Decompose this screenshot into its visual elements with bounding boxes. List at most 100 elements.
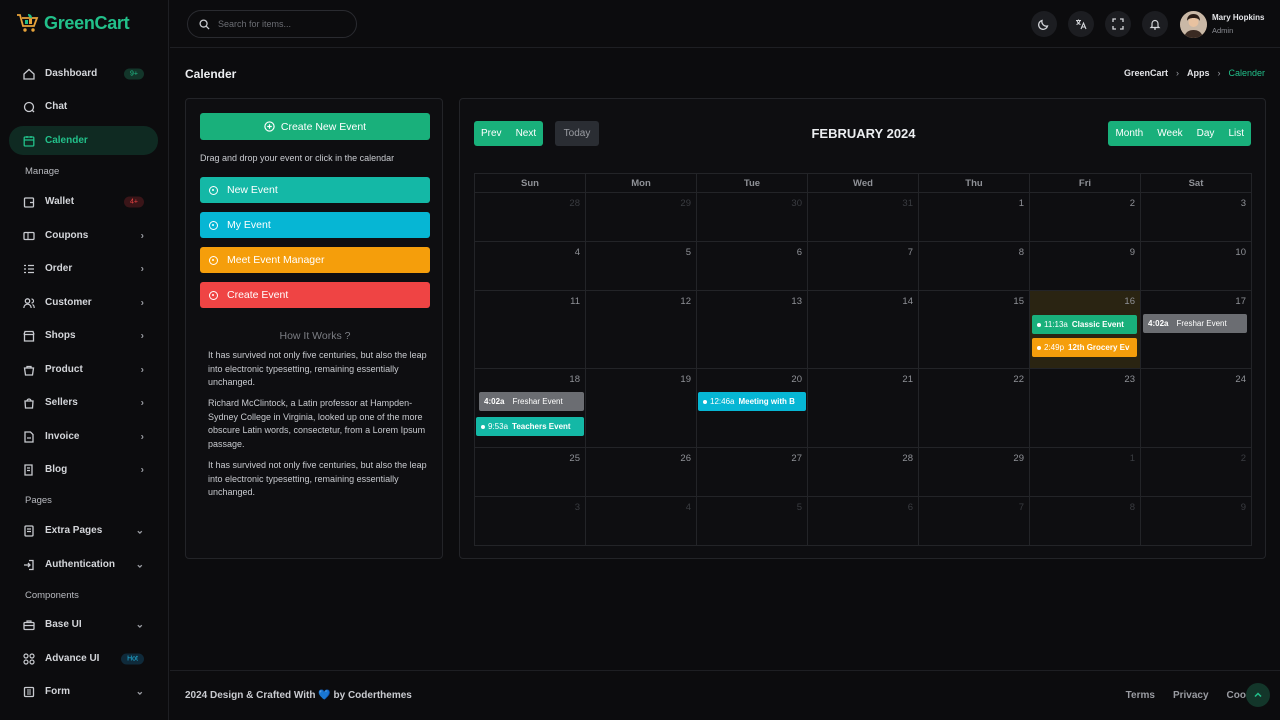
day-cell[interactable]: 7 <box>919 497 1030 546</box>
day-number: 21 <box>902 374 913 385</box>
avatar[interactable] <box>1180 11 1207 38</box>
day-cell[interactable]: 11 <box>475 291 586 369</box>
day-cell[interactable]: 28 <box>475 193 586 242</box>
sidebar-item-calender[interactable]: Calender <box>9 126 158 155</box>
draggable-event-meet-event-manager[interactable]: Meet Event Manager <box>200 247 430 273</box>
view-month-button[interactable]: Month <box>1108 121 1151 146</box>
day-cell[interactable]: 1 <box>919 193 1030 242</box>
view-day-button[interactable]: Day <box>1189 121 1222 146</box>
day-cell[interactable]: 1 <box>1030 448 1141 497</box>
sidebar-item-advance-ui[interactable]: Advance UI Hot <box>9 644 158 673</box>
day-cell[interactable]: 4 <box>475 242 586 291</box>
day-cell[interactable]: 10 <box>1141 242 1252 291</box>
sidebar-item-shops[interactable]: Shops › <box>9 321 158 350</box>
sidebar-item-chat[interactable]: Chat <box>9 92 158 121</box>
weekday-header: Wed <box>808 174 919 193</box>
day-cell[interactable]: 26 <box>586 448 697 497</box>
footer-link-privacy[interactable]: Privacy <box>1173 690 1209 701</box>
day-number: 31 <box>902 198 913 209</box>
sidebar-item-sellers[interactable]: Sellers › <box>9 388 158 417</box>
day-cell[interactable]: 3 <box>475 497 586 546</box>
day-cell[interactable]: 6 <box>808 497 919 546</box>
sidebar-item-customer[interactable]: Customer › <box>9 288 158 317</box>
day-cell[interactable]: 9 <box>1030 242 1141 291</box>
day-cell[interactable]: 28 <box>808 448 919 497</box>
sidebar-item-order[interactable]: Order › <box>9 254 158 283</box>
day-cell[interactable]: 24 <box>1141 369 1252 448</box>
search-input[interactable] <box>218 19 338 29</box>
day-cell[interactable]: 5 <box>586 242 697 291</box>
draggable-event-my-event[interactable]: My Event <box>200 212 430 238</box>
fullscreen-button[interactable] <box>1105 11 1131 37</box>
day-cell[interactable]: 7 <box>808 242 919 291</box>
day-cell[interactable]: 15 <box>919 291 1030 369</box>
sidebar-item-authentication[interactable]: Authentication ⌄ <box>9 550 158 579</box>
day-cell[interactable]: 12 <box>586 291 697 369</box>
day-number: 23 <box>1124 374 1135 385</box>
footer: 2024 Design & Crafted With 💙 by Coderthe… <box>170 670 1280 720</box>
logo[interactable]: GreenCart <box>16 12 130 34</box>
calendar-event[interactable]: 11:13a Classic Event <box>1032 315 1137 334</box>
day-cell[interactable]: 2 <box>1030 193 1141 242</box>
chevron-right-icon: › <box>1217 68 1221 78</box>
breadcrumb-link-apps[interactable]: Apps <box>1187 68 1210 78</box>
day-cell[interactable]: 8 <box>919 242 1030 291</box>
day-cell[interactable]: 29 <box>919 448 1030 497</box>
create-new-event-button[interactable]: Create New Event <box>200 113 430 140</box>
day-cell[interactable]: 3 <box>1141 193 1252 242</box>
day-number: 5 <box>685 247 691 258</box>
day-cell[interactable]: 13 <box>697 291 808 369</box>
day-cell[interactable]: 9 <box>1141 497 1252 546</box>
day-cell[interactable]: 2 <box>1141 448 1252 497</box>
day-cell[interactable]: 31 <box>808 193 919 242</box>
back-to-top-button[interactable] <box>1246 683 1270 707</box>
day-number: 18 <box>569 374 580 385</box>
view-list-button[interactable]: List <box>1221 121 1251 146</box>
calendar-event[interactable]: 9:53a Teachers Event <box>476 417 584 436</box>
footer-link-cookies[interactable]: Coo <box>1227 690 1246 701</box>
day-cell[interactable]: 21 <box>808 369 919 448</box>
day-cell[interactable]: 14 <box>808 291 919 369</box>
sidebar-item-label: Wallet <box>45 196 75 207</box>
sidebar-item-form[interactable]: Form ⌄ <box>9 677 158 706</box>
day-cell[interactable]: 5 <box>697 497 808 546</box>
sidebar-item-invoice[interactable]: Invoice › <box>9 422 158 451</box>
calendar-event[interactable]: 4:02a Freshar Event <box>479 392 584 411</box>
day-cell[interactable]: 19 <box>586 369 697 448</box>
day-cell[interactable]: 6 <box>697 242 808 291</box>
section-pages: Pages <box>25 495 52 506</box>
breadcrumb-link-greencart[interactable]: GreenCart <box>1124 68 1168 78</box>
calendar-event[interactable]: 2:49p 12th Grocery Ev <box>1032 338 1137 357</box>
section-manage: Manage <box>25 166 60 177</box>
footer-link-terms[interactable]: Terms <box>1126 690 1155 701</box>
day-cell[interactable]: 27 <box>697 448 808 497</box>
sidebar-item-blog[interactable]: Blog › <box>9 455 158 484</box>
sidebar-item-product[interactable]: Product › <box>9 355 158 384</box>
sidebar-item-label: Invoice <box>45 431 80 442</box>
sidebar-item-dashboard[interactable]: Dashboard 9+ <box>9 59 158 88</box>
event-time: 9:53a <box>488 422 509 431</box>
day-cell[interactable]: 8 <box>1030 497 1141 546</box>
view-week-button[interactable]: Week <box>1150 121 1190 146</box>
theme-toggle-button[interactable] <box>1031 11 1057 37</box>
day-cell[interactable]: 25 <box>475 448 586 497</box>
sidebar-item-coupons[interactable]: Coupons › <box>9 221 158 250</box>
sidebar-item-wallet[interactable]: Wallet 4+ <box>9 187 158 216</box>
day-cell[interactable]: 4 <box>586 497 697 546</box>
language-button[interactable] <box>1068 11 1094 37</box>
day-cell[interactable]: 22 <box>919 369 1030 448</box>
sidebar-item-extra-pages[interactable]: Extra Pages ⌄ <box>9 516 158 545</box>
event-label: New Event <box>227 184 278 196</box>
day-cell[interactable]: 30 <box>697 193 808 242</box>
draggable-event-create-event[interactable]: Create Event <box>200 282 430 308</box>
sidebar-item-base-ui[interactable]: Base UI ⌄ <box>9 610 158 639</box>
calendar-event[interactable]: 12:46a Meeting with B <box>698 392 806 411</box>
event-dot-icon <box>209 220 218 230</box>
day-cell[interactable]: 23 <box>1030 369 1141 448</box>
calendar-event[interactable]: 4:02a Freshar Event <box>1143 314 1247 333</box>
search-box[interactable] <box>187 10 357 38</box>
draggable-event-new-event[interactable]: New Event <box>200 177 430 203</box>
day-cell[interactable]: 29 <box>586 193 697 242</box>
notifications-button[interactable] <box>1142 11 1168 37</box>
how-it-works-paragraph: It has survived not only five centuries,… <box>208 460 427 497</box>
